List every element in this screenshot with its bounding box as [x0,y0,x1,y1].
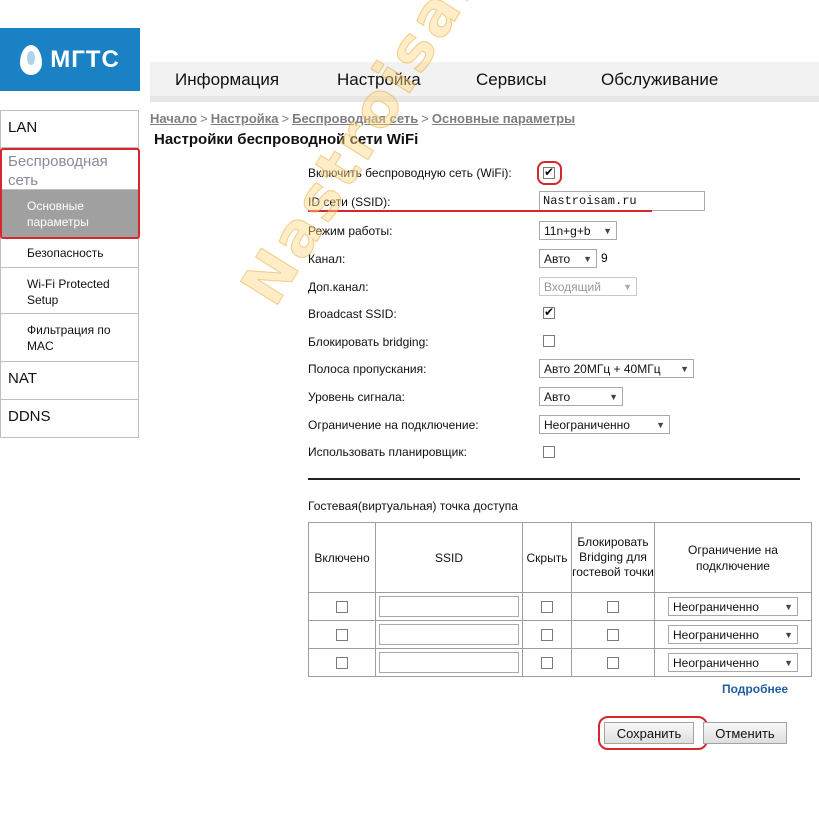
breadcrumb-basic[interactable]: Основные параметры [432,111,575,126]
guest-enabled-checkbox[interactable] [336,629,348,642]
breadcrumb: Начало > Настройка > Беспроводная сеть > Основ… [150,111,575,126]
broadcast-label: Broadcast SSID: [308,307,397,321]
guest-block-checkbox[interactable] [607,629,619,642]
header-ssid: SSID [375,522,523,593]
guest-enabled-checkbox[interactable] [336,657,348,670]
chevron-down-icon: ▼ [623,281,632,292]
breadcrumb-setup[interactable]: Настройка [211,111,279,126]
table-row: Неограниченно ▼ [308,620,812,649]
channel-value: Авто [544,251,571,266]
header-enabled: Включено [308,522,376,593]
bandwidth-value: Авто 20МГц + 40МГц [544,361,661,376]
sidebar-item-basic[interactable]: Основные параметры [0,190,139,238]
block-bridging-checkbox[interactable] [543,335,555,347]
breadcrumb-separator: > [200,111,208,126]
conn-limit-label: Ограничение на подключение: [308,418,479,432]
top-navigation: Информация Настройка Сервисы Обслуживани… [150,62,819,102]
more-link[interactable]: Подробнее [722,682,788,696]
guest-limit-select[interactable]: Неограниченно ▼ [668,597,798,616]
save-button[interactable]: Сохранить [604,722,694,744]
chevron-down-icon: ▼ [609,391,618,402]
guest-ssid-input[interactable] [379,652,519,673]
guest-title: Гостевая(виртуальная) точка доступа [308,499,518,513]
guest-limit-select[interactable]: Неограниченно ▼ [668,625,798,644]
guest-ssid-input[interactable] [379,596,519,617]
mode-value: 11n+g+b [544,223,591,238]
current-channel: 9 [601,251,608,265]
mode-select[interactable]: 11n+g+b ▼ [539,221,617,240]
watermark: Nastroisam.ru [228,0,570,318]
ssid-label: ID сети (SSID): [308,195,391,209]
scheduler-label: Использовать планировщик: [308,445,467,459]
nav-maintenance[interactable]: Обслуживание [601,70,718,90]
sidebar-item-security[interactable]: Безопасность [0,238,139,268]
section-divider [308,478,800,480]
guest-hide-checkbox[interactable] [541,629,553,642]
breadcrumb-separator: > [281,111,290,126]
ssid-underline-highlight [308,210,652,212]
guest-enabled-checkbox[interactable] [336,601,348,614]
table-row: Неограниченно ▼ [308,592,812,621]
ext-channel-select[interactable]: Входящий ▼ [539,277,637,296]
signal-label: Уровень сигнала: [308,390,405,404]
guest-limit-value: Неограниченно [673,655,759,670]
guest-hide-checkbox[interactable] [541,601,553,614]
signal-value: Авто [544,389,571,404]
breadcrumb-home[interactable]: Начало [150,111,197,126]
scheduler-checkbox[interactable] [543,446,555,458]
bandwidth-select[interactable]: Авто 20МГц + 40МГц ▼ [539,359,694,378]
block-bridging-label: Блокировать bridging: [308,335,429,349]
chevron-down-icon: ▼ [680,363,689,374]
ext-channel-label: Доп.канал: [308,280,369,294]
guest-limit-value: Неограниченно [673,627,759,642]
header-hide: Скрыть [522,522,572,593]
nav-services[interactable]: Сервисы [476,70,546,90]
nav-setup[interactable]: Настройка [337,70,421,90]
cancel-button[interactable]: Отменить [703,722,787,744]
guest-ap-table: Включено SSID Скрыть Блокировать Bridgin… [308,522,812,677]
nav-info[interactable]: Информация [175,70,279,90]
sidebar-item-lan[interactable]: LAN [0,110,139,148]
channel-select[interactable]: Авто ▼ [539,249,597,268]
sidebar-item-wireless[interactable]: Беспроводная сеть [0,148,139,190]
bandwidth-label: Полоса пропускания: [308,362,427,376]
conn-limit-value: Неограниченно [544,417,630,432]
sidebar-item-mac-filter[interactable]: Фильтрация по MAC [0,314,139,362]
chevron-down-icon: ▼ [656,419,665,430]
enable-wifi-checkbox[interactable] [543,165,555,179]
broadcast-checkbox[interactable] [543,305,555,319]
enable-wifi-label: Включить беспроводную сеть (WiFi): [308,166,512,180]
chevron-down-icon: ▼ [583,253,592,264]
header-conn-limit: Ограничение на подключение [654,522,812,593]
header-block-bridging: Блокировать Bridging для гостевой точки [571,522,655,593]
page-title: Настройки беспроводной сети WiFi [154,131,419,148]
mode-label: Режим работы: [308,224,393,238]
guest-limit-value: Неограниченно [673,599,759,614]
mgts-egg-icon [20,44,43,75]
guest-block-checkbox[interactable] [607,657,619,670]
ext-channel-value: Входящий [544,279,601,294]
sidebar-item-ddns[interactable]: DDNS [0,400,139,438]
sidebar-item-wps[interactable]: Wi-Fi Protected Setup [0,268,139,314]
signal-select[interactable]: Авто ▼ [539,387,623,406]
breadcrumb-separator: > [421,111,429,126]
chevron-down-icon: ▼ [784,657,793,668]
breadcrumb-wireless[interactable]: Беспроводная сеть [292,111,418,126]
conn-limit-select[interactable]: Неограниченно ▼ [539,415,670,434]
chevron-down-icon: ▼ [784,629,793,640]
chevron-down-icon: ▼ [603,225,612,236]
guest-block-checkbox[interactable] [607,601,619,614]
table-row: Неограниченно ▼ [308,648,812,677]
ssid-input[interactable] [539,191,705,211]
guest-limit-select[interactable]: Неограниченно ▼ [668,653,798,672]
channel-label: Канал: [308,252,346,266]
guest-hide-checkbox[interactable] [541,657,553,670]
chevron-down-icon: ▼ [784,601,793,612]
sidebar-item-nat[interactable]: NAT [0,362,139,400]
logo-text: МГТС [50,45,120,73]
mgts-logo[interactable]: МГТС [0,28,140,91]
guest-ssid-input[interactable] [379,624,519,645]
